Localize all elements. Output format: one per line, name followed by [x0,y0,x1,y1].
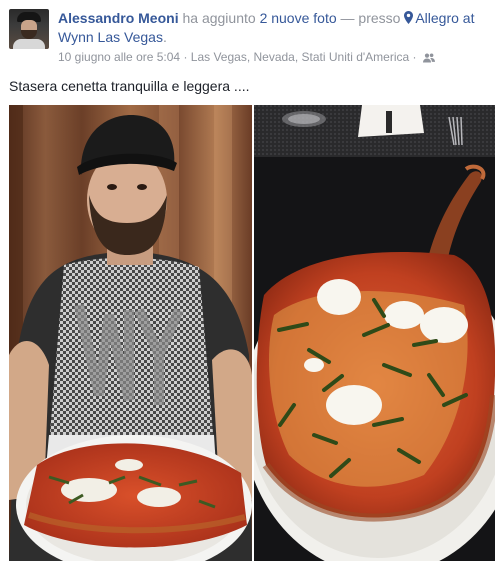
post-meta: 10 giugno alle ore 5:04 · Las Vegas, Nev… [58,49,435,67]
author-avatar[interactable] [9,9,49,49]
facebook-post: Alessandro Meoni ha aggiunto 2 nuove fot… [0,0,502,561]
post-text: Stasera cenetta tranquilla e leggera ...… [9,78,250,94]
author-name-link[interactable]: Alessandro Meoni [58,10,179,26]
post-header: Alessandro Meoni ha aggiunto 2 nuove fot… [58,9,494,47]
place-end: . [162,29,167,45]
photos-count-link[interactable]: 2 nuove foto [260,10,337,26]
friends-icon[interactable] [422,51,435,67]
photo-man-with-pizza[interactable] [9,105,252,561]
meta-dot: · [180,50,191,64]
photo-pizza-closeup[interactable] [254,105,495,561]
location-separator: — presso [336,10,405,26]
action-text: ha aggiunto [178,10,260,26]
location-link[interactable]: Las Vegas, Nevada, Stati Uniti d'America [191,50,409,64]
meta-dot: · [409,50,420,64]
timestamp-link[interactable]: 10 giugno alle ore 5:04 [58,50,180,64]
map-pin-icon [404,10,415,26]
